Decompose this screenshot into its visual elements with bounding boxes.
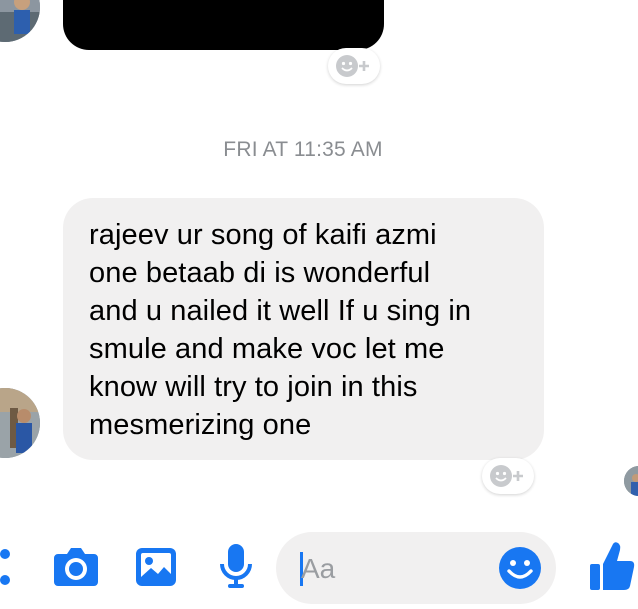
message-bubble[interactable]: rajeev ur song of kaifi azmi one betaab … — [63, 198, 544, 460]
more-options-button[interactable] — [0, 546, 14, 588]
avatar-photo-icon — [0, 388, 40, 458]
add-reaction-button-2[interactable] — [482, 458, 534, 494]
emoji-icon — [499, 547, 541, 589]
like-thumb-icon — [590, 542, 635, 590]
camera-icon — [54, 548, 98, 586]
message-timestamp: FRI AT 11:35 AM — [223, 138, 383, 161]
avatar-photo-icon — [624, 466, 638, 496]
redacted-message-bubble — [63, 0, 384, 50]
avatar-photo-icon — [0, 0, 40, 42]
message-input-placeholder: Aa — [301, 553, 336, 584]
gallery-icon — [136, 548, 176, 586]
emoji-plus-icon — [490, 465, 523, 487]
emoji-button[interactable] — [498, 546, 542, 590]
sender-avatar[interactable] — [0, 388, 40, 458]
add-reaction-button[interactable] — [328, 48, 380, 84]
sender-avatar-top[interactable] — [0, 0, 40, 42]
gallery-button[interactable] — [134, 546, 178, 588]
like-button[interactable] — [588, 540, 636, 592]
message-text: rajeev ur song of kaifi azmi one betaab … — [89, 219, 472, 441]
more-icon — [0, 549, 10, 585]
voice-button[interactable] — [218, 542, 254, 590]
microphone-icon — [220, 544, 252, 588]
camera-button[interactable] — [52, 546, 100, 588]
emoji-plus-icon — [336, 55, 369, 77]
seen-receipt-avatar — [624, 466, 638, 496]
